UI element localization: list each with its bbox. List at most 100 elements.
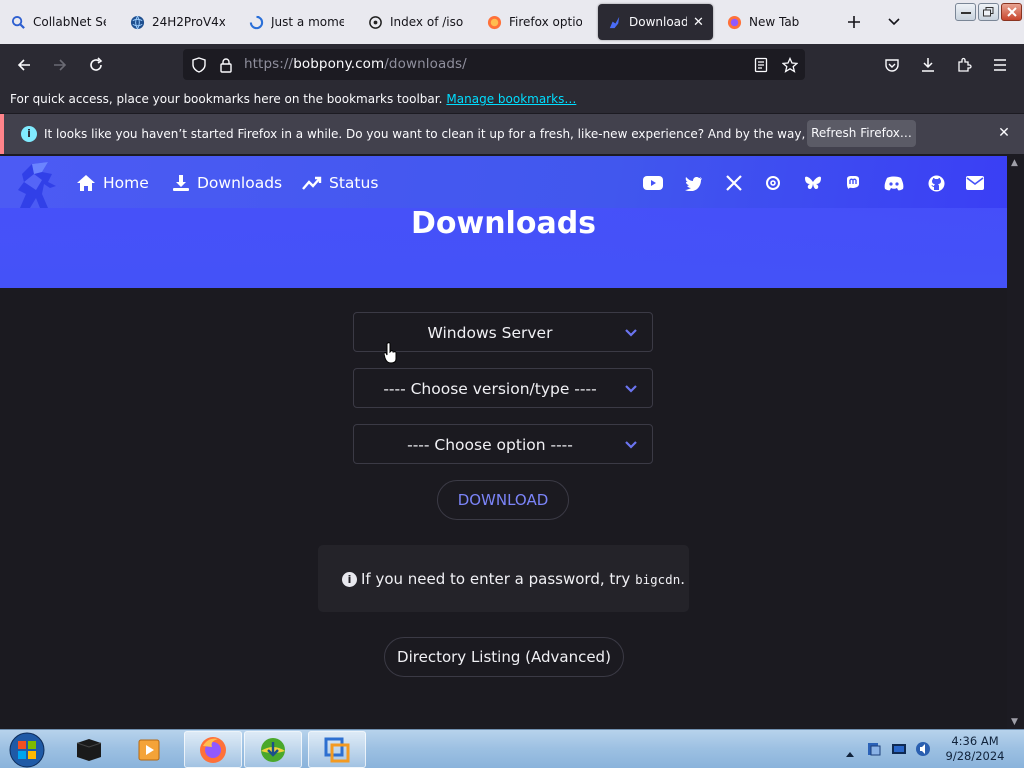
taskbar-media-player[interactable] — [120, 731, 178, 768]
screen: CollabNet Se 24H2ProV4x2 Just a momen In… — [0, 0, 1024, 768]
tab-label: Just a momen — [271, 15, 344, 29]
taskbar-firefox[interactable] — [184, 731, 242, 768]
scroll-up-icon[interactable]: ▲ — [1011, 158, 1018, 168]
threads-icon[interactable] — [763, 173, 783, 193]
home-icon — [77, 175, 95, 191]
tab-new-tab[interactable]: New Tab — [718, 4, 830, 40]
tab-label: Index of /isos — [390, 15, 463, 29]
close-tab-icon[interactable]: ✕ — [693, 15, 704, 30]
downloads-toolbar-icon[interactable] — [916, 53, 940, 77]
vm-icon — [324, 737, 350, 762]
firefox-icon — [726, 14, 742, 30]
nav-status-label: Status — [329, 174, 379, 192]
restore-button[interactable] — [978, 3, 999, 21]
discord-icon[interactable] — [884, 173, 904, 193]
taskbar-explorer[interactable] — [60, 731, 118, 768]
option-select[interactable]: ---- Choose option ---- — [353, 424, 653, 464]
password-info-text: If you need to enter a password, try — [361, 570, 631, 588]
download-button[interactable]: DOWNLOAD — [437, 480, 569, 520]
x-icon[interactable] — [724, 173, 744, 193]
tab-downloads[interactable]: Downloads ✕ — [598, 4, 713, 40]
tab-index-isos[interactable]: Index of /isos — [359, 4, 471, 40]
twitter-icon[interactable] — [684, 173, 704, 193]
tab-list-chevron-icon[interactable] — [882, 10, 906, 34]
password-info-end: . — [680, 570, 686, 588]
taskbar-vmware[interactable] — [308, 731, 366, 768]
tab-just-a-moment[interactable]: Just a momen — [240, 4, 352, 40]
url-path: /downloads/ — [384, 56, 467, 72]
firefox-icon — [486, 14, 502, 30]
version-select-value: ---- Choose version/type ---- — [383, 380, 597, 398]
download-manager-icon — [261, 737, 285, 762]
menu-hamburger-icon[interactable] — [988, 53, 1012, 77]
new-tab-button[interactable] — [842, 10, 866, 34]
tab-collabnet[interactable]: CollabNet Se — [2, 4, 114, 40]
shield-icon[interactable] — [187, 53, 211, 77]
manage-bookmarks-link[interactable]: Manage bookmarks… — [446, 92, 576, 106]
page-scrollbar[interactable]: ▲ ▼ — [1007, 156, 1024, 729]
extensions-icon[interactable] — [952, 53, 976, 77]
reader-view-icon[interactable] — [749, 53, 773, 77]
start-button[interactable] — [0, 731, 54, 768]
bookmarks-hint: For quick access, place your bookmarks h… — [10, 92, 576, 106]
black-box-icon — [76, 738, 102, 761]
loading-icon — [248, 14, 264, 30]
nav-home[interactable]: Home — [76, 172, 149, 194]
tab-24h2[interactable]: 24H2ProV4x2 — [121, 4, 233, 40]
nav-downloads[interactable]: Downloads — [172, 172, 282, 194]
version-select[interactable]: ---- Choose version/type ---- — [353, 368, 653, 408]
email-icon[interactable] — [965, 173, 985, 193]
bookmarks-toolbar: For quick access, place your bookmarks h… — [0, 86, 1024, 113]
nav-status[interactable]: Status — [302, 172, 378, 194]
url-bar[interactable]: https://bobpony.com/downloads/ — [183, 49, 805, 80]
minimize-button[interactable] — [955, 3, 976, 21]
product-select[interactable]: Windows Server — [353, 312, 653, 352]
tray-network-icon[interactable] — [866, 741, 882, 757]
tab-firefox-options[interactable]: Firefox option — [478, 4, 590, 40]
pocket-icon[interactable] — [880, 53, 904, 77]
close-notification-icon[interactable]: ✕ — [994, 123, 1014, 143]
hand-cursor-icon — [384, 342, 397, 364]
url-text[interactable]: https://bobpony.com/downloads/ — [244, 56, 467, 72]
hero-banner: Home Downloads Status Downloads — [0, 156, 1007, 288]
site-logo[interactable] — [12, 160, 64, 210]
tab-label: 24H2ProV4x2 — [152, 15, 225, 29]
tray-display-icon[interactable] — [891, 741, 907, 757]
directory-listing-button[interactable]: Directory Listing (Advanced) — [384, 637, 624, 677]
github-icon[interactable] — [926, 173, 946, 193]
bluesky-icon[interactable] — [803, 173, 823, 193]
password-code: bigcdn — [635, 572, 681, 587]
mastodon-icon[interactable] — [843, 173, 863, 193]
chevron-down-icon — [625, 441, 637, 449]
scroll-down-icon[interactable]: ▼ — [1011, 717, 1018, 727]
nav-downloads-label: Downloads — [197, 174, 283, 192]
bobpony-icon — [367, 14, 383, 30]
navigation-toolbar: https://bobpony.com/downloads/ — [0, 44, 1024, 86]
url-scheme: https:// — [244, 56, 294, 72]
magnifier-icon — [10, 14, 26, 30]
firefox-icon — [200, 736, 226, 763]
taskbar-clock[interactable]: 4:36 AM 9/28/2024 — [940, 734, 1010, 764]
clock-date: 9/28/2024 — [945, 749, 1005, 763]
taskbar: 4:36 AM 9/28/2024 — [0, 729, 1024, 768]
password-info-box: i If you need to enter a password, try bi… — [318, 545, 689, 612]
refresh-firefox-button[interactable]: Refresh Firefox… — [807, 120, 916, 147]
page-title: Downloads — [410, 206, 597, 241]
tab-label: Downloads — [629, 15, 687, 29]
tray-volume-icon[interactable] — [915, 741, 931, 757]
taskbar-idm[interactable] — [244, 731, 302, 768]
tab-strip: CollabNet Se 24H2ProV4x2 Just a momen In… — [0, 0, 1024, 44]
bookmarks-hint-text: For quick access, place your bookmarks h… — [10, 92, 443, 106]
back-arrow-icon[interactable] — [12, 53, 36, 77]
bobpony-icon — [606, 14, 622, 30]
show-hidden-icons-icon[interactable] — [845, 743, 861, 759]
bookmark-star-icon[interactable] — [778, 53, 802, 77]
lock-icon[interactable] — [214, 53, 238, 77]
window-close-button[interactable] — [1001, 3, 1022, 21]
tab-label: CollabNet Se — [33, 15, 106, 29]
youtube-icon[interactable] — [643, 173, 663, 193]
forward-arrow-icon[interactable] — [48, 53, 72, 77]
reload-icon[interactable] — [84, 53, 108, 77]
media-player-icon — [138, 739, 160, 760]
tab-label: Firefox option — [509, 15, 582, 29]
